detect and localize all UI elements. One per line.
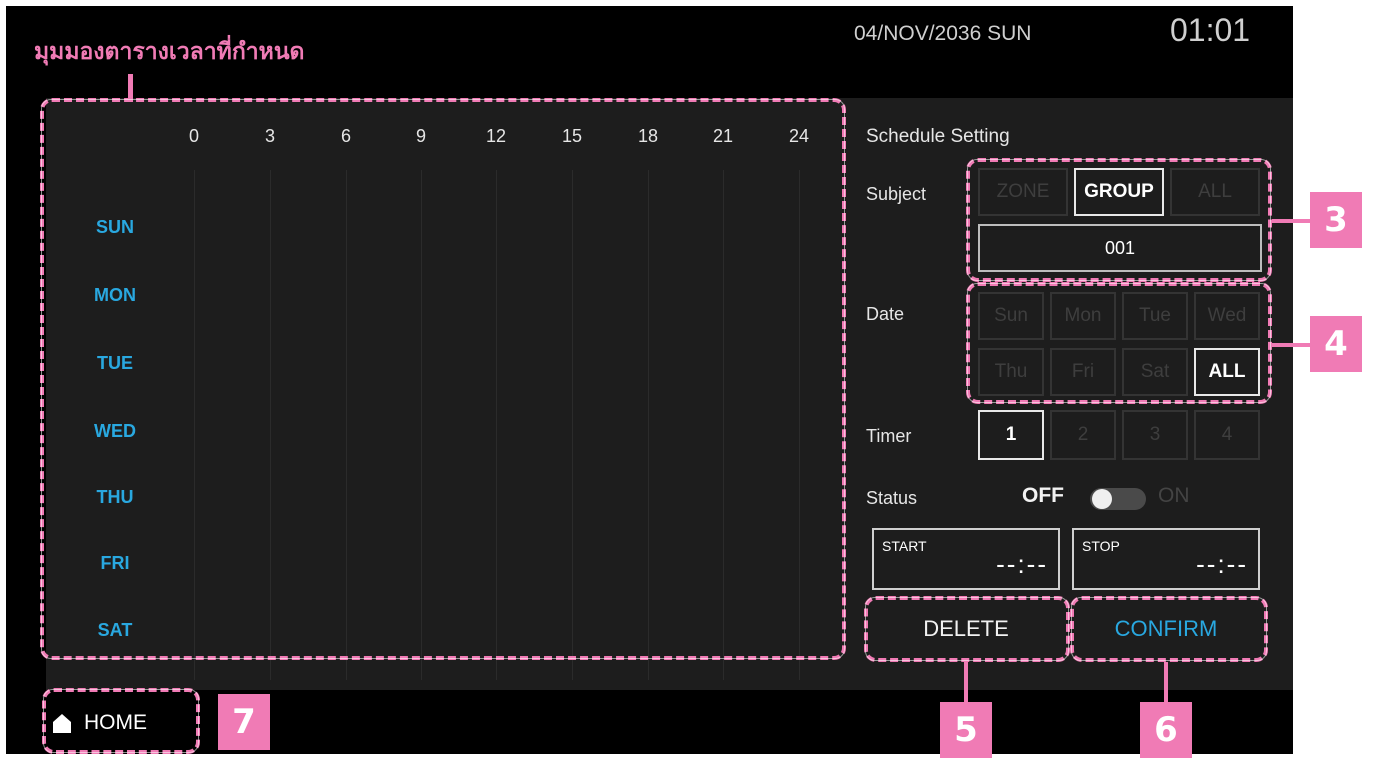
annotation-grid-outline <box>40 98 846 660</box>
timer-3-option[interactable]: 3 <box>1122 410 1188 460</box>
date-label: Date <box>866 304 905 324</box>
start-time-field[interactable]: START --:-- <box>872 528 1060 590</box>
callout-title: มุมมองตารางเวลาที่กำหนด <box>34 39 305 65</box>
subject-label: Subject <box>866 184 927 204</box>
toggle-knob <box>1092 489 1112 509</box>
annotation-badge-4: 4 <box>1310 316 1362 372</box>
stop-time-field[interactable]: STOP --:-- <box>1072 528 1260 590</box>
connector-6 <box>1164 662 1168 702</box>
status-on-label: ON <box>1158 484 1190 507</box>
timer-label: Timer <box>866 426 912 446</box>
annotation-home-outline <box>42 688 200 754</box>
status-off-label: OFF <box>1022 484 1064 507</box>
annotation-subject-outline <box>966 158 1272 282</box>
connector-3 <box>1272 219 1310 223</box>
status-label: Status <box>866 488 918 508</box>
schedule-setting-title: Schedule Setting <box>866 126 1010 147</box>
annotation-badge-6: 6 <box>1140 702 1192 758</box>
annotation-date-outline <box>966 282 1272 404</box>
date-display: 04/NOV/2036 SUN <box>854 22 1032 45</box>
timer-4-option[interactable]: 4 <box>1194 410 1260 460</box>
timer-1-option[interactable]: 1 <box>978 410 1044 460</box>
clock-display: 01:01 <box>1170 12 1251 48</box>
timer-2-option[interactable]: 2 <box>1050 410 1116 460</box>
status-toggle[interactable] <box>1090 488 1146 510</box>
connector-5 <box>964 662 968 702</box>
annotation-confirm-outline <box>1070 596 1268 662</box>
stop-label: STOP <box>1082 538 1120 554</box>
annotation-badge-3: 3 <box>1310 192 1362 248</box>
annotation-delete-outline <box>864 596 1070 662</box>
annotation-badge-5: 5 <box>940 702 992 758</box>
connector-4 <box>1272 343 1310 347</box>
start-value: --:-- <box>996 549 1048 579</box>
start-label: START <box>882 538 927 554</box>
annotation-badge-7: 7 <box>218 694 270 750</box>
stop-value: --:-- <box>1196 549 1248 579</box>
